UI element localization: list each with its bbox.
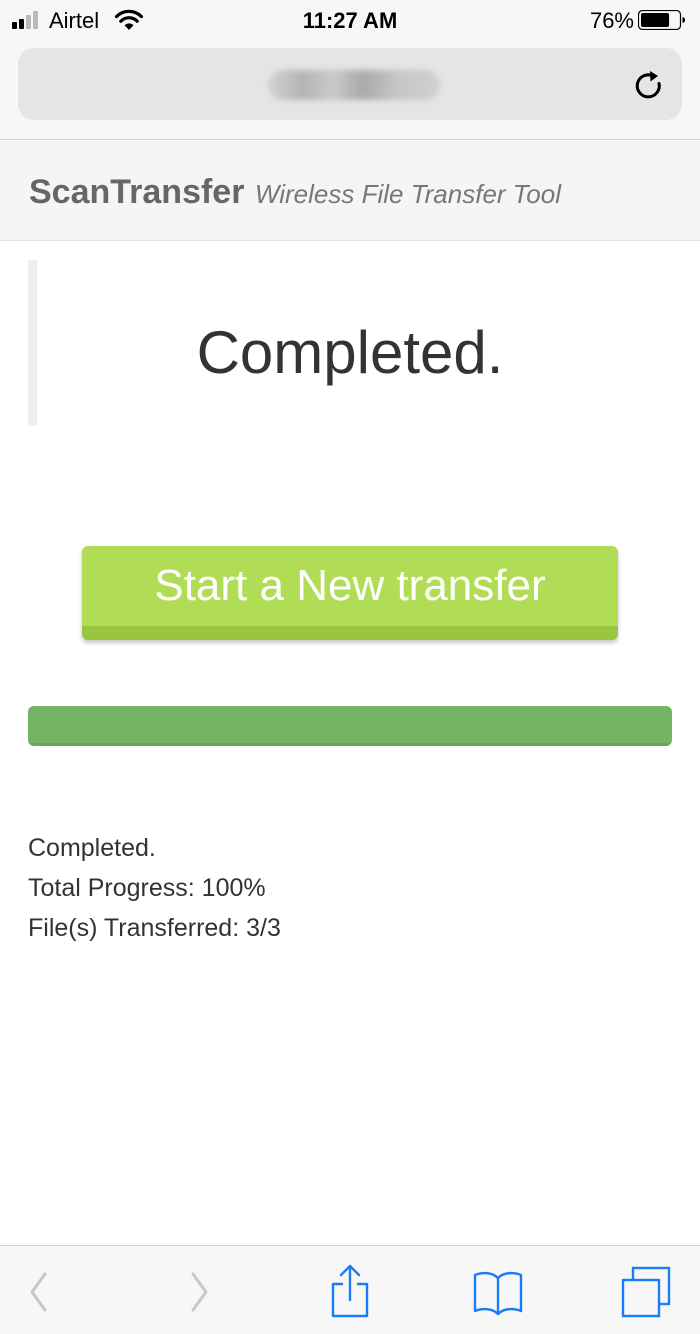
details-status: Completed. bbox=[28, 834, 156, 862]
forward-icon[interactable] bbox=[172, 1264, 224, 1320]
app-tagline: Wireless File Transfer Tool bbox=[254, 179, 561, 209]
battery-percent: 76% bbox=[589, 8, 634, 33]
app-name: ScanTransfer bbox=[29, 173, 245, 211]
brand: ScanTransfer Wireless File Transfer Tool bbox=[29, 173, 561, 212]
app-header: ScanTransfer Wireless File Transfer Tool bbox=[0, 141, 700, 241]
status-heading: Completed. bbox=[196, 319, 504, 386]
progress-bar-fill bbox=[28, 706, 672, 746]
start-new-transfer-button[interactable]: Start a New transfer bbox=[82, 546, 618, 640]
browser-top-bar bbox=[0, 40, 700, 140]
transfer-details: Completed. Total Progress: 100% File(s) … bbox=[28, 828, 281, 948]
battery-icon bbox=[638, 10, 685, 30]
tabs-icon[interactable] bbox=[620, 1264, 672, 1320]
details-total-progress: Total Progress: 100% bbox=[28, 874, 266, 902]
back-icon[interactable] bbox=[15, 1264, 67, 1320]
reload-icon[interactable] bbox=[632, 68, 668, 104]
details-files-transferred: File(s) Transferred: 3/3 bbox=[28, 914, 281, 942]
status-bar: Airtel 11:27 AM 76% bbox=[0, 0, 700, 40]
share-icon[interactable] bbox=[324, 1264, 376, 1320]
bookmarks-icon[interactable] bbox=[472, 1264, 524, 1320]
address-bar[interactable] bbox=[18, 48, 682, 120]
progress-bar bbox=[28, 706, 672, 746]
screen: Airtel 11:27 AM 76% ScanTransfer Wireles… bbox=[0, 0, 700, 1334]
browser-toolbar bbox=[0, 1245, 700, 1334]
redacted-url bbox=[268, 70, 440, 100]
